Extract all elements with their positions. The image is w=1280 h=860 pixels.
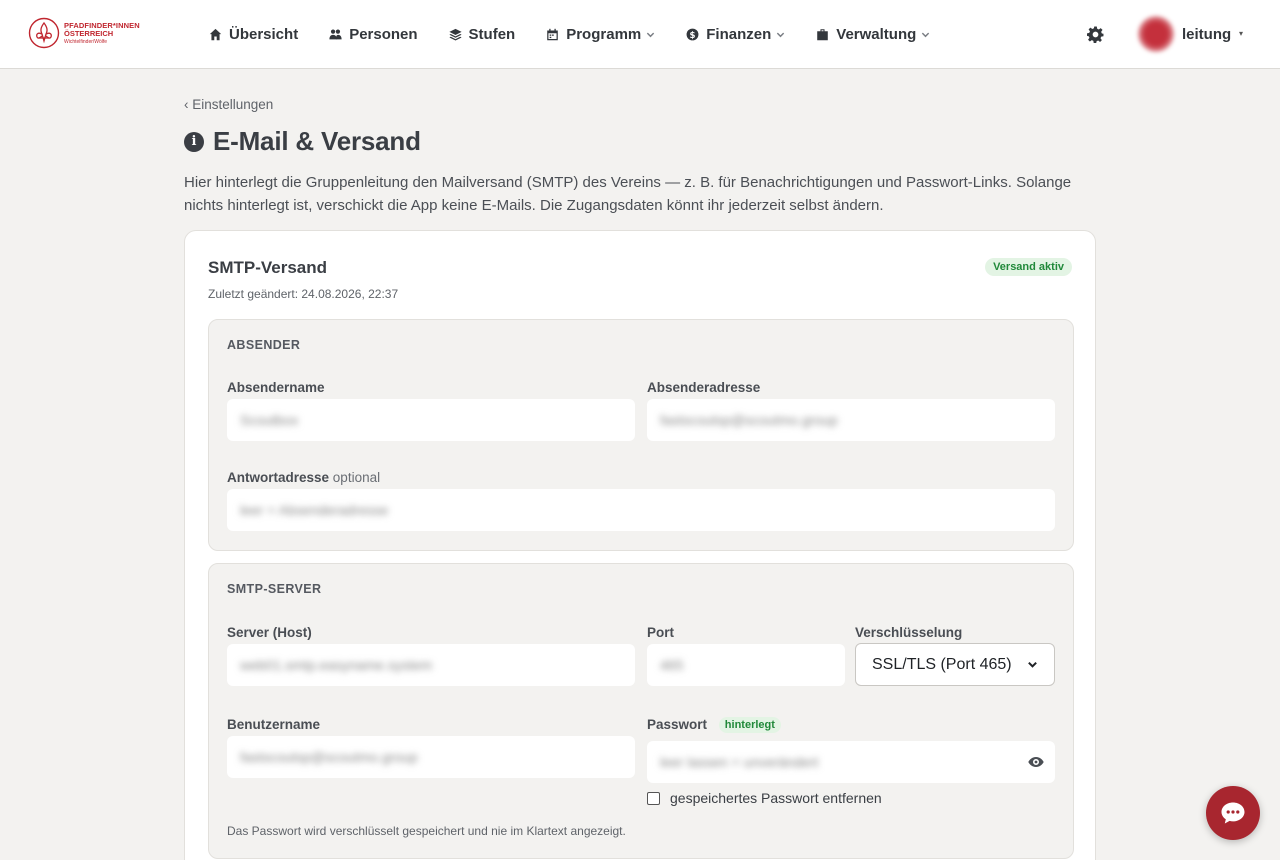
nav-item-finanzen[interactable]: $ Finanzen [686, 26, 785, 43]
sender-name-value: Scoutbox [240, 412, 299, 428]
nav-item-label: Personen [349, 25, 418, 43]
scout-lily-icon [28, 17, 60, 49]
username-label: Benutzername [227, 717, 321, 732]
sender-address-label: Absenderadresse [647, 380, 761, 395]
nav-item-label: Programm [566, 25, 642, 43]
people-icon [329, 29, 342, 39]
status-badge: Versand aktiv [985, 258, 1072, 276]
sender-address-value: fastscoutsp@scoutmo.group [660, 412, 838, 428]
chat-bubble-icon [1221, 802, 1245, 824]
calendar-icon [547, 28, 558, 40]
gear-icon [1087, 26, 1104, 43]
sender-name-input[interactable]: Scoutbox [227, 399, 635, 441]
chevron-down-icon [1028, 661, 1037, 668]
nav-item-verwaltung[interactable]: Verwaltung [816, 26, 930, 43]
avatar[interactable] [1138, 16, 1174, 52]
port-label: Port [647, 625, 674, 640]
port-input[interactable]: 465 [647, 644, 845, 686]
briefcase-icon [817, 28, 829, 40]
chat-button[interactable] [1206, 786, 1260, 840]
nav-item-label: Übersicht [229, 25, 299, 43]
breadcrumb-back-link[interactable]: ‹ Einstellungen [184, 97, 273, 112]
layers-icon [448, 28, 462, 41]
chevron-down-icon [777, 32, 785, 37]
nav-item-label: Stufen [468, 25, 516, 43]
username-input[interactable]: fastscoutsp@scoutmo.group [227, 736, 635, 778]
port-value: 465 [660, 657, 684, 673]
section-heading: SMTP-SERVER [227, 582, 322, 596]
user-menu-caret-icon[interactable]: ▾ [1239, 29, 1243, 38]
encryption-select[interactable]: SSL/TLS (Port 465) [855, 643, 1055, 686]
reply-address-label-text: Antwortadresse [227, 470, 330, 485]
remove-password-checkbox[interactable] [647, 791, 660, 805]
logo-line-3: Wichtelfinder/Wölfe [64, 38, 108, 45]
nav-item-label: Verwaltung [836, 25, 917, 43]
page-title: i E-Mail & Versand [184, 126, 421, 157]
user-menu-name[interactable]: leitung [1182, 26, 1231, 43]
nav-item-stufen[interactable]: Stufen [448, 25, 516, 43]
eye-icon [1028, 757, 1044, 767]
settings-button[interactable] [1087, 26, 1104, 43]
info-icon: i [184, 131, 204, 152]
remove-password-label: gespeichertes Passwort entfernen [670, 790, 882, 806]
host-label: Server (Host) [227, 625, 312, 640]
sender-name-label: Absendername [227, 380, 325, 395]
username-value: fastscoutsp@scoutmo.group [240, 749, 418, 765]
password-placeholder: leer lassen = unverändert [660, 754, 819, 770]
card-title: SMTP-Versand [208, 258, 328, 277]
password-label-text: Passwort [647, 717, 708, 732]
reply-address-placeholder: leer = Absenderadresse [240, 502, 389, 518]
reply-address-input[interactable]: leer = Absenderadresse [227, 489, 1055, 531]
encryption-label: Verschlüsselung [855, 625, 963, 640]
optional-hint: optional [332, 470, 381, 485]
show-password-button[interactable] [1028, 755, 1044, 769]
nav-item-uebersicht[interactable]: Übersicht [209, 26, 298, 43]
svg-text:$: $ [690, 30, 696, 40]
page-intro-text: Hier hinterlegt die Gruppenleitung den M… [184, 174, 1072, 214]
last-changed-text: Zuletzt geändert: 24.08.2026, 22:37 [208, 287, 399, 301]
password-hint-text: Das Passwort wird verschlüsselt gespeich… [227, 824, 626, 838]
host-input[interactable]: web01.smtp.easyname.system [227, 644, 635, 686]
nav-item-programm[interactable]: Programm [546, 26, 655, 43]
page-heading: E-Mail & Versand [213, 126, 421, 156]
encryption-selected-value: SSL/TLS (Port 465) [872, 655, 1012, 673]
host-value: web01.smtp.easyname.system [240, 657, 433, 673]
sender-address-input[interactable]: fastscoutsp@scoutmo.group [647, 399, 1055, 441]
sender-section: ABSENDER Absendername Scoutbox Absendera… [208, 319, 1074, 551]
coin-icon: $ [686, 28, 699, 40]
home-icon [209, 28, 222, 40]
logo-line-1: PFADFINDER*INNEN [64, 20, 140, 30]
password-label: Passwort hinterlegt [647, 717, 781, 733]
chevron-down-icon [922, 32, 930, 37]
chevron-down-icon [647, 32, 655, 37]
smtp-settings-card: SMTP-Versand Versand aktiv Zuletzt geänd… [184, 230, 1096, 860]
nav-item-label: Finanzen [706, 25, 772, 43]
logo-line-2: ÖSTERREICH [64, 29, 114, 38]
section-heading: ABSENDER [227, 338, 301, 352]
smtp-server-section: SMTP-SERVER Server (Host) web01.smtp.eas… [208, 563, 1074, 859]
nav-item-personen[interactable]: Personen [329, 25, 418, 43]
top-navigation: PFADFINDER*INNEN ÖSTERREICH Wichtelfinde… [0, 0, 1280, 69]
remove-password-checkbox-row[interactable]: gespeichertes Passwort entfernen [647, 790, 882, 806]
logo[interactable]: PFADFINDER*INNEN ÖSTERREICH Wichtelfinde… [28, 17, 140, 49]
password-input[interactable]: leer lassen = unverändert [647, 741, 1055, 783]
password-stored-badge: hinterlegt [718, 717, 781, 733]
main-menu: Übersicht Personen Stufen Programm $ Fin… [209, 0, 961, 68]
reply-address-label: Antwortadresse optional [227, 470, 380, 485]
logo-text: PFADFINDER*INNEN ÖSTERREICH Wichtelfinde… [64, 20, 140, 45]
